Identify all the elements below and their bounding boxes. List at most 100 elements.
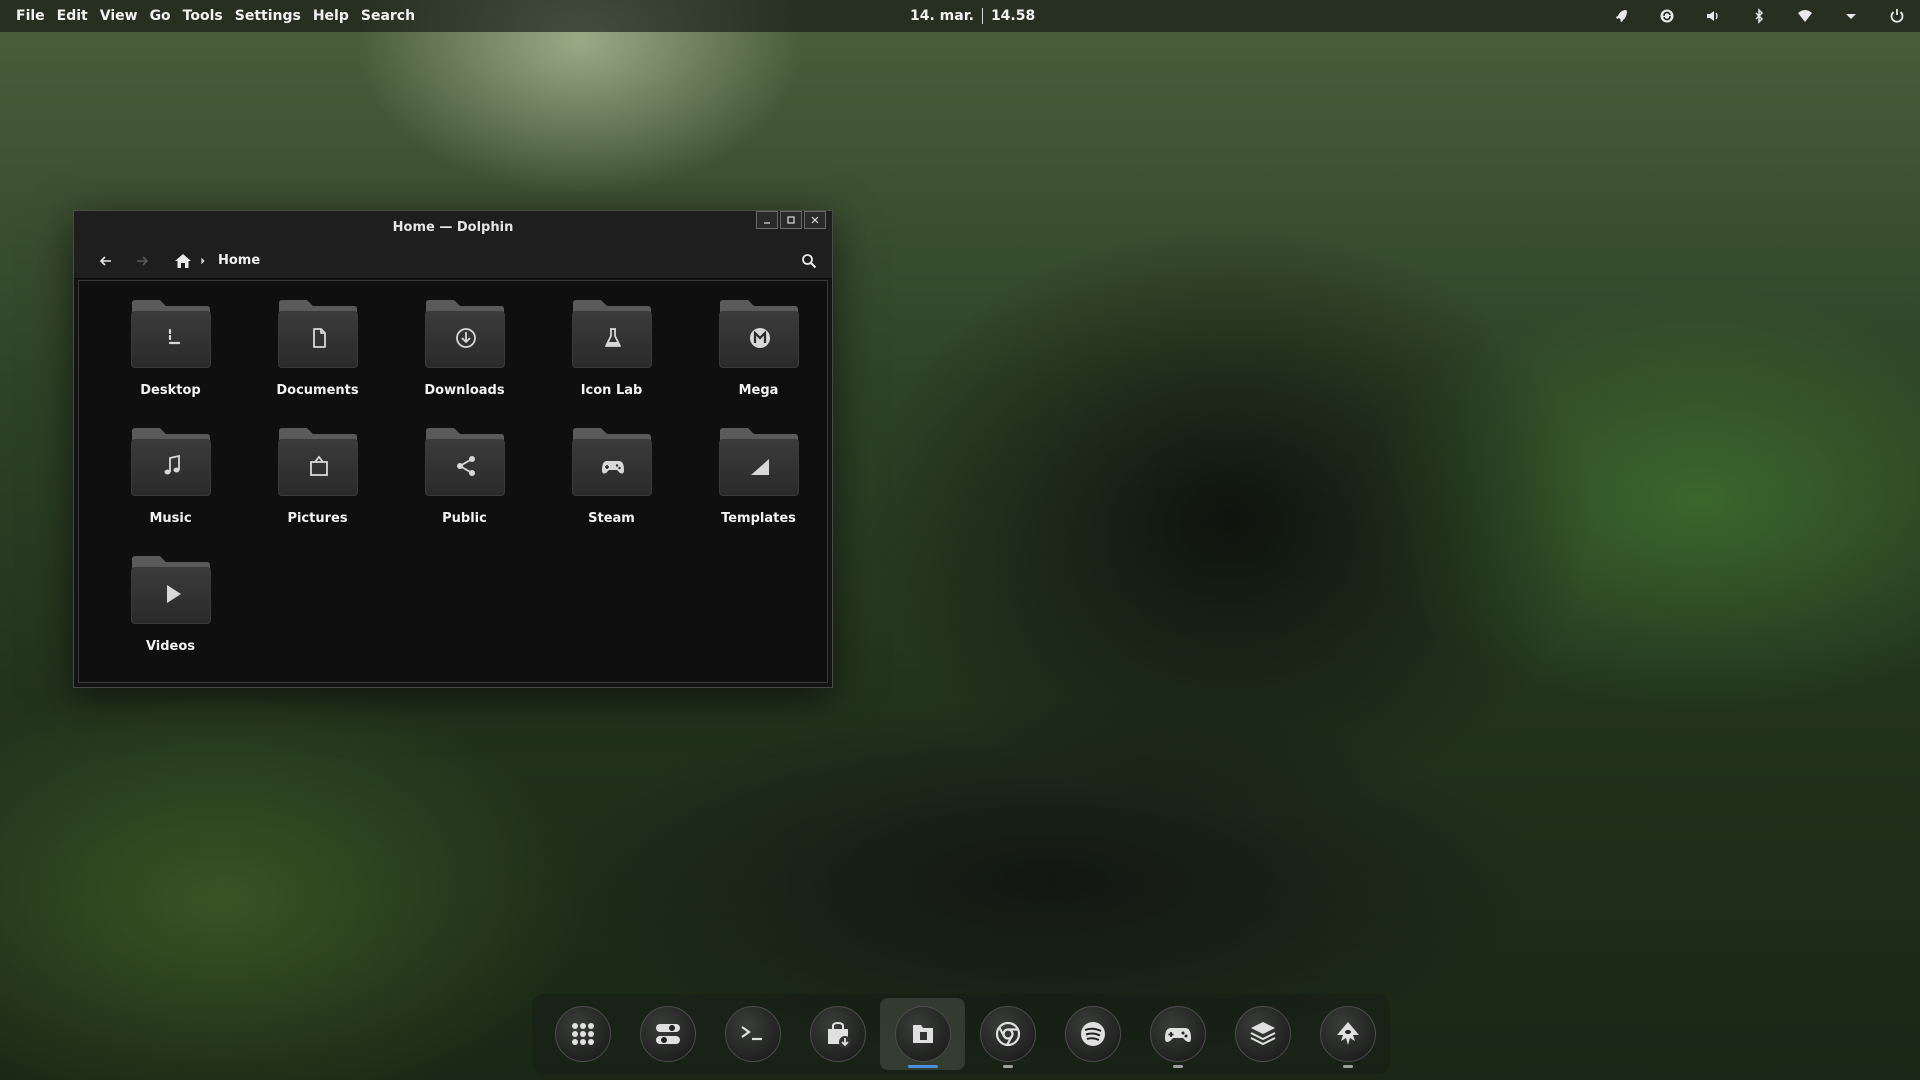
- menu-search[interactable]: Search: [355, 8, 421, 24]
- folder-label: Pictures: [287, 511, 348, 526]
- back-button[interactable]: [88, 246, 124, 276]
- dock-circle: [1234, 1006, 1291, 1062]
- folder-icon: [571, 299, 653, 369]
- document-icon: [312, 328, 326, 348]
- forward-button[interactable]: [124, 246, 160, 276]
- close-icon: [811, 216, 819, 224]
- files-icon: [912, 1025, 933, 1043]
- menu-settings[interactable]: Settings: [229, 8, 307, 24]
- folder-icon: [130, 299, 212, 369]
- picture-icon: [309, 455, 328, 476]
- window-titlebar[interactable]: Home — Dolphin: [74, 211, 832, 243]
- app-grid-icon: [571, 1023, 594, 1045]
- sync-icon[interactable]: [1644, 0, 1690, 32]
- folder-templates[interactable]: Templates: [685, 427, 832, 555]
- dock-circle: [894, 1006, 951, 1062]
- dock-circle: [1319, 1006, 1376, 1062]
- folder-label: Steam: [588, 511, 635, 526]
- folder-downloads[interactable]: Downloads: [391, 299, 538, 427]
- folder-label: Documents: [276, 383, 359, 398]
- window-title: Home — Dolphin: [392, 219, 514, 235]
- terminal-icon: [740, 1026, 762, 1041]
- share-icon: [456, 456, 475, 476]
- menu-tools[interactable]: Tools: [177, 8, 229, 24]
- file-view[interactable]: Desktop Documents Downloads Icon Lab Mega Mus…: [78, 280, 828, 683]
- menu-file[interactable]: File: [10, 8, 51, 24]
- music-icon: [164, 454, 180, 475]
- folder-label: Music: [149, 511, 192, 526]
- dock-item-software-store[interactable]: [795, 998, 880, 1070]
- top-panel: File Edit View Go Tools Settings Help Se…: [0, 0, 1920, 32]
- folder-desktop[interactable]: Desktop: [97, 299, 244, 427]
- window-toolbar: Home: [74, 243, 832, 279]
- menubar: File Edit View Go Tools Settings Help Se…: [0, 8, 421, 24]
- dock-item-app-grid[interactable]: [540, 998, 625, 1070]
- rocket-icon[interactable]: [1598, 0, 1644, 32]
- folder-mega[interactable]: Mega: [685, 299, 832, 427]
- dock-item-settings-toggle[interactable]: [625, 998, 710, 1070]
- software-store-icon: [827, 1021, 851, 1048]
- folder-public[interactable]: Public: [391, 427, 538, 555]
- wifi-icon[interactable]: [1782, 0, 1828, 32]
- menu-view[interactable]: View: [94, 8, 144, 24]
- folder-icon: [130, 555, 212, 625]
- folder-icon: [571, 427, 653, 497]
- dock-item-chrome[interactable]: [965, 998, 1050, 1070]
- folder-icon: [130, 427, 212, 497]
- folder-icon-lab[interactable]: Icon Lab: [538, 299, 685, 427]
- folder-videos[interactable]: Videos: [97, 555, 244, 683]
- folder-label: Templates: [721, 511, 796, 526]
- dock-item-files[interactable]: [880, 998, 965, 1070]
- folder-label: Icon Lab: [580, 383, 643, 398]
- arrow-left-icon: [99, 255, 111, 266]
- home-icon[interactable]: [174, 252, 192, 270]
- folder-icon: [277, 427, 359, 497]
- gamepad-icon: [601, 461, 624, 474]
- volume-icon[interactable]: [1690, 0, 1736, 32]
- maximize-button[interactable]: [780, 211, 802, 229]
- play-icon: [166, 585, 181, 603]
- folder-label: Desktop: [140, 383, 201, 398]
- dolphin-window[interactable]: Home — Dolphin Home Desktop Documents Do…: [73, 210, 833, 688]
- power-icon[interactable]: [1874, 0, 1920, 32]
- breadcrumb-current[interactable]: Home: [218, 253, 260, 268]
- clock-time: 14.58: [990, 8, 1036, 24]
- chrome-icon: [995, 1021, 1020, 1047]
- search-icon: [802, 254, 817, 269]
- dock-circle: [979, 1006, 1036, 1062]
- settings-toggle-icon: [655, 1024, 680, 1044]
- search-button[interactable]: [796, 248, 822, 274]
- menu-go[interactable]: Go: [144, 8, 177, 24]
- arrow-down-icon[interactable]: [1828, 0, 1874, 32]
- breadcrumb: Home: [174, 252, 260, 270]
- dock-item-spotify[interactable]: [1050, 998, 1135, 1070]
- folder-steam[interactable]: Steam: [538, 427, 685, 555]
- template-icon: [750, 459, 769, 475]
- maximize-icon: [787, 216, 795, 224]
- inkscape-icon: [1336, 1022, 1359, 1045]
- desktop-icon: [168, 328, 180, 345]
- folder-documents[interactable]: Documents: [244, 299, 391, 427]
- folder-music[interactable]: Music: [97, 427, 244, 555]
- clock-separator: [981, 8, 983, 24]
- close-button[interactable]: [804, 211, 826, 229]
- menu-edit[interactable]: Edit: [51, 8, 94, 24]
- dock-item-steam-gamepad[interactable]: [1135, 998, 1220, 1070]
- dock-item-layers[interactable]: [1220, 998, 1305, 1070]
- menu-help[interactable]: Help: [307, 8, 355, 24]
- folder-label: Public: [442, 511, 487, 526]
- folder-grid: Desktop Documents Downloads Icon Lab Mega Mus…: [97, 299, 832, 683]
- window-controls: [756, 211, 826, 233]
- dock-item-inkscape[interactable]: [1305, 998, 1390, 1070]
- running-indicator: [1342, 1065, 1353, 1068]
- clock[interactable]: 14. mar. 14.58: [910, 0, 1035, 32]
- folder-pictures[interactable]: Pictures: [244, 427, 391, 555]
- dock-circle: [809, 1006, 866, 1062]
- steam-gamepad-icon: [1164, 1028, 1191, 1042]
- flask-icon: [604, 328, 621, 347]
- dock-item-terminal[interactable]: [710, 998, 795, 1070]
- minimize-button[interactable]: [756, 211, 778, 229]
- folder-label: Mega: [738, 383, 779, 398]
- bluetooth-icon[interactable]: [1736, 0, 1782, 32]
- folder-icon: [718, 299, 800, 369]
